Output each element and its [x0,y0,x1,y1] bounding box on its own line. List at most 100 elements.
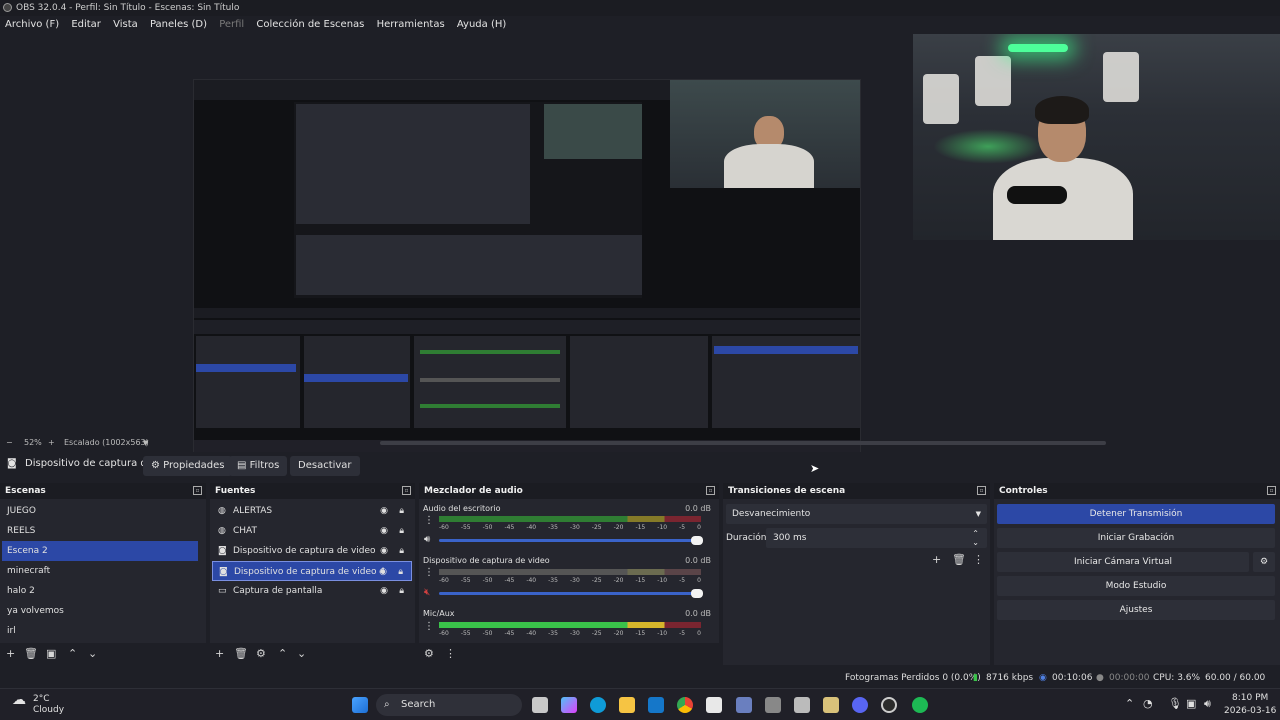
deactivate-button[interactable]: Desactivar [290,456,360,476]
obs-icon[interactable] [881,697,897,713]
filters-icon[interactable]: ▣ [46,647,56,661]
duration-input[interactable]: 300 ms ⌃ ⌄ [766,528,987,548]
lock-icon[interactable]: 🔒︎ [399,521,404,541]
stepper-down-icon[interactable]: ⌄ [972,533,979,553]
scene-item-minecraft[interactable]: minecraft [2,561,198,581]
start-virtual-camera-button[interactable]: Iniciar Cámara Virtual [997,552,1249,572]
scene-item-ya-volvemos[interactable]: ya volvemos [2,601,198,621]
dock-float-icon[interactable]: ▫ [193,486,202,495]
volume-slider-handle[interactable] [691,589,703,598]
weather-icon[interactable]: ☁ [12,692,26,708]
scale-dropdown-icon[interactable]: ▼ [143,436,148,450]
stop-streaming-button[interactable]: Detener Transmisión [997,504,1275,524]
advanced-audio-icon[interactable]: ⚙ [424,647,434,661]
transition-select[interactable]: Desvanecimiento ▼ [726,504,987,524]
move-down-icon[interactable]: ⌄ [88,647,97,661]
copilot-icon[interactable] [561,697,577,713]
chrome-icon[interactable] [677,697,693,713]
scene-item-halo-2[interactable]: halo 2 [2,581,198,601]
properties-button[interactable]: ⚙ Propiedades [143,456,233,476]
virtual-camera-settings-button[interactable]: ⚙ [1253,552,1275,572]
kebab-menu-icon[interactable]: ⋮ [973,553,984,567]
settings-button[interactable]: Ajustes [997,600,1275,620]
eye-icon[interactable]: ◉ [380,521,388,541]
windows-start-icon[interactable] [352,697,368,713]
notepad-icon[interactable] [823,697,839,713]
store-icon[interactable] [706,697,722,713]
kebab-menu-icon[interactable]: ⋮ [424,567,434,578]
add-source-icon[interactable]: + [215,647,224,661]
move-up-icon[interactable]: ⌃ [278,647,287,661]
dock-float-icon[interactable]: ▫ [402,486,411,495]
scene-item-juego[interactable]: JUEGO [2,501,198,521]
app-icon[interactable] [736,697,752,713]
microphone-icon[interactable]: 🎙︎ [1168,697,1182,710]
clock-time[interactable]: 8:10 PM [1232,693,1268,703]
tools-icon[interactable] [765,697,781,713]
zoom-in-button[interactable]: + [48,436,55,450]
menu-archivo[interactable]: Archivo (F) [0,16,63,34]
edge-icon[interactable] [590,697,606,713]
muted-speaker-icon[interactable]: 🔇︎ [424,587,430,598]
remove-transition-icon[interactable]: 🗑 [952,553,966,567]
kebab-menu-icon[interactable]: ⋮ [445,647,456,661]
scene-item-irl[interactable]: irl [2,621,198,641]
menu-editar[interactable]: Editar [66,16,105,34]
volume-slider[interactable] [439,536,703,545]
source-item-chat[interactable]: ◍ CHAT ◉ 🔒︎ [212,521,412,541]
volume-icon[interactable]: 🔊︎ [1204,697,1211,711]
source-item-alertas[interactable]: ◍ ALERTAS ◉ 🔒︎ [212,501,412,521]
preview-horizontal-scrollbar[interactable] [380,441,1106,445]
scene-item-escena-2[interactable]: Escena 2 [2,541,198,561]
source-item-capture-device-4[interactable]: ◙ Dispositivo de captura de video 4 ◉ 🔒︎ [212,561,412,581]
tray-app-icon[interactable]: ◔ [1143,697,1153,710]
volume-slider[interactable] [439,589,703,598]
source-item-screen-capture[interactable]: ▭ Captura de pantalla ◉ 🔒︎ [212,581,412,601]
spotify-icon[interactable] [912,697,928,713]
gear-icon[interactable]: ⚙ [256,647,266,661]
menu-ayuda[interactable]: Ayuda (H) [452,16,510,34]
tray-overflow-icon[interactable]: ⌃ [1125,697,1134,710]
clock-date[interactable]: 2026-03-16 [1224,706,1276,716]
kebab-menu-icon[interactable]: ⋮ [424,621,434,632]
source-item-capture-device[interactable]: ◙ Dispositivo de captura de video ◉ 🔒︎ [212,541,412,561]
streaming-icon: ◉ [1039,673,1047,683]
zoom-out-button[interactable]: − [6,436,13,450]
discord-icon[interactable] [852,697,868,713]
move-up-icon[interactable]: ⌃ [68,647,77,661]
display-icon[interactable]: ▣ [1186,697,1196,710]
lock-icon[interactable]: 🔒︎ [399,581,404,601]
move-down-icon[interactable]: ⌄ [297,647,306,661]
eye-icon[interactable]: ◉ [380,501,388,521]
remove-source-icon[interactable]: 🗑 [234,647,248,661]
lock-icon[interactable]: 🔒︎ [398,562,403,582]
dock-float-icon[interactable]: ▫ [1267,486,1276,495]
dock-float-icon[interactable]: ▫ [977,486,986,495]
lock-icon[interactable]: 🔒︎ [399,501,404,521]
preview-canvas[interactable] [0,34,1280,455]
filters-button[interactable]: ▤ Filtros [229,456,288,476]
menu-paneles[interactable]: Paneles (D) [145,16,211,34]
start-recording-button[interactable]: Iniciar Grabación [997,528,1275,548]
menu-coleccion-escenas[interactable]: Colección de Escenas [251,16,368,34]
taskbar-search[interactable]: ⌕ Search [376,694,522,716]
add-transition-icon[interactable]: + [932,553,941,567]
eye-icon[interactable]: ◉ [379,562,387,582]
kebab-menu-icon[interactable]: ⋮ [424,515,434,526]
volume-slider-handle[interactable] [691,536,703,545]
speaker-icon[interactable]: 🔊︎ [424,534,430,545]
remove-scene-icon[interactable]: 🗑 [24,647,38,661]
lock-icon[interactable]: 🔒︎ [399,541,404,561]
dock-float-icon[interactable]: ▫ [706,486,715,495]
file-explorer-icon[interactable] [619,697,635,713]
studio-mode-button[interactable]: Modo Estudio [997,576,1275,596]
eye-icon[interactable]: ◉ [380,541,388,561]
task-view-icon[interactable] [532,697,548,713]
add-scene-icon[interactable]: + [6,647,15,661]
menu-herramientas[interactable]: Herramientas [372,16,449,34]
menu-vista[interactable]: Vista [108,16,142,34]
outlook-icon[interactable] [648,697,664,713]
eye-icon[interactable]: ◉ [380,581,388,601]
capcut-icon[interactable] [794,697,810,713]
scene-item-reels[interactable]: REELS [2,521,198,541]
